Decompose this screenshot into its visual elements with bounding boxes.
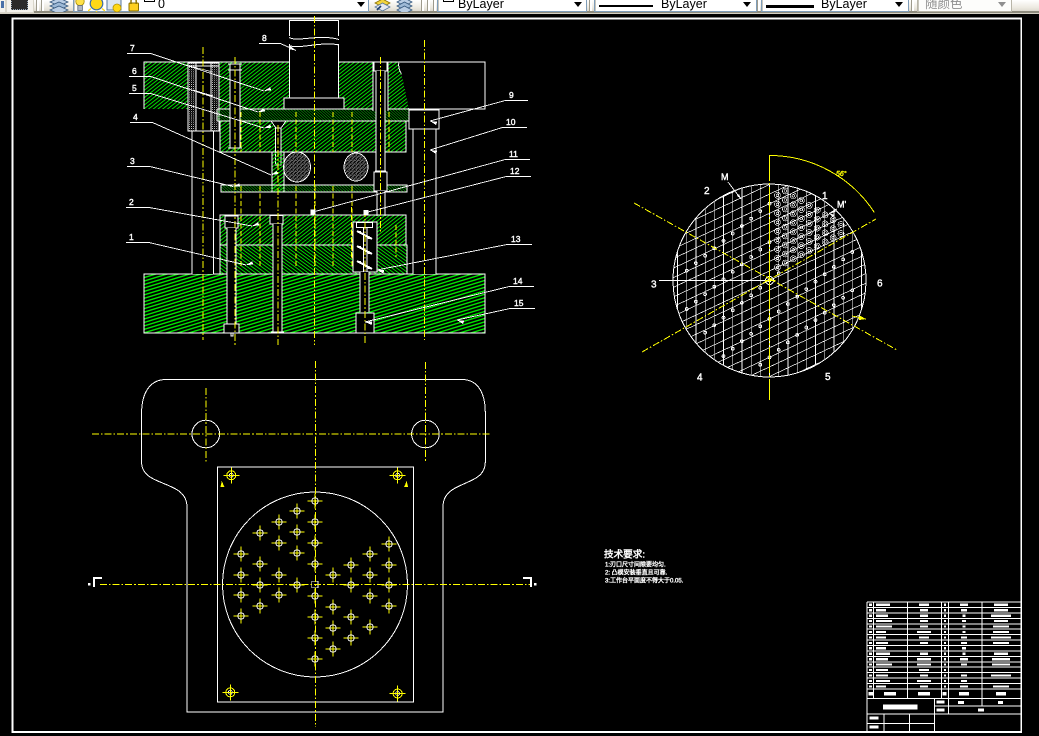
svg-text:10: 10 [506,117,516,127]
svg-text:7: 7 [130,43,135,53]
svg-text:14: 14 [513,276,523,286]
svg-text:3:工作台平面度不得大于0.05.: 3:工作台平面度不得大于0.05. [605,577,684,585]
svg-text:12: 12 [510,166,520,176]
svg-text:2: 2 [704,186,710,197]
svg-text:2: 2 [129,197,134,207]
svg-text:4: 4 [697,373,703,384]
svg-text:1: 1 [822,191,828,202]
svg-text:4: 4 [133,112,138,122]
svg-text:6: 6 [132,66,137,76]
svg-text:1:刃口尺寸间隙要均匀.: 1:刃口尺寸间隙要均匀. [605,561,666,569]
svg-text:6: 6 [877,279,883,290]
svg-text:11: 11 [509,149,518,159]
svg-text:2: 凸模安装垂直且可靠.: 2: 凸模安装垂直且可靠. [605,569,668,577]
svg-text:3: 3 [651,280,657,291]
svg-text:M': M' [837,200,846,210]
svg-text:技术要求:: 技术要求: [604,549,645,561]
svg-text:56°: 56° [836,170,847,178]
svg-text:8: 8 [262,33,267,43]
svg-text:15: 15 [514,298,524,308]
svg-text:13: 13 [511,234,521,244]
svg-text:5: 5 [132,83,137,93]
svg-text:3: 3 [130,156,135,166]
svg-text:5: 5 [825,372,831,383]
svg-text:9: 9 [509,90,514,100]
svg-text:M: M [721,172,729,182]
svg-text:1: 1 [129,232,134,242]
